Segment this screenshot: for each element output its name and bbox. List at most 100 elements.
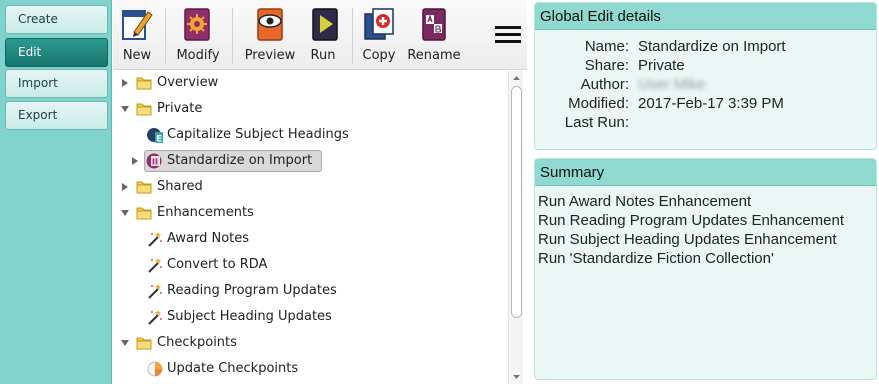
- nav-export-label: Export: [18, 108, 58, 122]
- chevron-down-icon[interactable]: [121, 208, 129, 218]
- detail-lastrun-key: Last Run:: [564, 114, 629, 131]
- summary-line: Run 'Standardize Fiction Collection': [538, 250, 774, 267]
- copy-button[interactable]: Copy: [361, 6, 397, 66]
- modify-label: Modify: [176, 48, 220, 63]
- scroll-down-icon[interactable]: [512, 372, 521, 381]
- folder-icon: [136, 207, 152, 220]
- detail-name-key: Name:: [584, 38, 629, 55]
- edit-item-icon: E: [147, 128, 163, 145]
- tree-item[interactable]: II Standardize on Import: [113, 149, 505, 173]
- tree-item-label: Subject Heading Updates: [167, 309, 332, 324]
- tree-item[interactable]: Enhancements: [113, 201, 505, 225]
- magic-wand-icon: [148, 310, 162, 325]
- run-icon: [312, 8, 338, 41]
- rename-icon: [422, 8, 446, 41]
- details-panel: Global Edit details Name: Standardize on…: [534, 2, 877, 150]
- edit-tree: Overview Private E Capitalize Subject Headi…: [113, 71, 527, 384]
- summary-panel: Summary Run Award Notes Enhancement Run …: [534, 158, 877, 380]
- tree-item[interactable]: Subject Heading Updates: [113, 305, 505, 329]
- import-item-icon: II: [146, 153, 162, 169]
- left-nav: Create Edit Import Export: [0, 0, 112, 384]
- scrollbar-thumb[interactable]: [511, 86, 522, 318]
- run-button[interactable]: Run: [308, 6, 338, 66]
- magic-wand-icon: [148, 258, 162, 273]
- detail-modified-value: 2017-Feb-17 3:39 PM: [638, 95, 784, 112]
- modify-icon: [184, 8, 210, 41]
- tree-item-label: Checkpoints: [157, 335, 237, 350]
- details-title: Global Edit details: [535, 3, 876, 30]
- tree-scrollbar[interactable]: [508, 71, 523, 384]
- nav-create-label: Create: [18, 12, 58, 26]
- folder-icon: [136, 337, 152, 350]
- folder-icon: [136, 181, 152, 194]
- svg-text:II: II: [152, 158, 158, 167]
- tree-item-label: Private: [157, 101, 203, 116]
- preview-icon: [257, 8, 283, 41]
- tree-item[interactable]: Update Checkpoints: [113, 357, 505, 381]
- summary-line: Run Reading Program Updates Enhancement: [538, 212, 845, 229]
- svg-text:E: E: [156, 135, 162, 145]
- summary-title: Summary: [535, 159, 876, 186]
- detail-modified-row: Modified: 2017-Feb-17 3:39 PM: [535, 94, 876, 113]
- nav-import-label: Import: [18, 76, 58, 90]
- tree-item[interactable]: Reading Program Updates: [113, 279, 505, 303]
- nav-create-button[interactable]: Create: [5, 5, 108, 34]
- toolbar-separator: [165, 8, 166, 64]
- copy-icon: [364, 8, 394, 40]
- menu-hamburger-icon[interactable]: [495, 26, 521, 46]
- nav-edit-button[interactable]: Edit: [5, 38, 108, 67]
- new-icon: [122, 10, 153, 40]
- tree-item-label: Standardize on Import: [167, 153, 313, 168]
- tree-item[interactable]: Shared: [113, 175, 505, 199]
- chevron-down-icon[interactable]: [121, 104, 129, 114]
- folder-icon: [136, 77, 152, 90]
- detail-name-value: Standardize on Import: [638, 38, 786, 55]
- chevron-down-icon[interactable]: [121, 338, 129, 348]
- tree-item-label: Convert to RDA: [167, 257, 268, 272]
- detail-share-value: Private: [638, 57, 685, 74]
- tree-item-label: Enhancements: [157, 205, 254, 220]
- toolbar: New Modify Preview Run Copy Rename: [113, 0, 527, 70]
- scroll-up-icon[interactable]: [512, 74, 521, 83]
- tree-item[interactable]: Private: [113, 97, 505, 121]
- tree-item[interactable]: Checkpoints: [113, 331, 505, 355]
- detail-author-row: Author: User Mike: [535, 75, 876, 94]
- detail-share-row: Share: Private: [535, 56, 876, 75]
- detail-share-key: Share:: [584, 57, 629, 74]
- tree-item-label: Shared: [157, 179, 203, 194]
- detail-modified-key: Modified:: [568, 95, 629, 112]
- checkpoint-icon: [147, 361, 163, 377]
- tree-item-label: Overview: [157, 75, 219, 90]
- magic-wand-icon: [148, 232, 162, 247]
- toolbar-separator: [232, 8, 233, 64]
- toolbar-separator: [352, 8, 353, 64]
- tree-item-label: Update Checkpoints: [167, 361, 299, 376]
- nav-edit-label: Edit: [18, 45, 42, 59]
- nav-import-button[interactable]: Import: [5, 69, 108, 98]
- tree-item[interactable]: Overview: [113, 71, 505, 95]
- magic-wand-icon: [148, 284, 162, 299]
- tree-item-label: Capitalize Subject Headings: [167, 127, 349, 142]
- nav-export-button[interactable]: Export: [5, 101, 108, 130]
- detail-author-key: Author:: [580, 76, 629, 93]
- preview-button[interactable]: Preview: [241, 6, 299, 66]
- run-label: Run: [310, 48, 336, 63]
- tree-item[interactable]: Convert to RDA: [113, 253, 505, 277]
- detail-author-value: User Mike: [638, 76, 706, 93]
- modify-button[interactable]: Modify: [174, 6, 222, 66]
- tree-item[interactable]: E Capitalize Subject Headings: [113, 123, 505, 147]
- chevron-right-icon[interactable]: [131, 156, 139, 166]
- chevron-right-icon[interactable]: [121, 182, 129, 192]
- new-label: New: [122, 48, 152, 63]
- folder-icon: [136, 103, 152, 116]
- new-button[interactable]: New: [119, 6, 155, 66]
- tree-item-label: Award Notes: [167, 231, 250, 246]
- rename-button[interactable]: Rename: [405, 6, 463, 66]
- preview-label: Preview: [244, 48, 296, 63]
- tree-item[interactable]: Award Notes: [113, 227, 505, 251]
- chevron-right-icon[interactable]: [121, 78, 129, 88]
- detail-name-row: Name: Standardize on Import: [535, 37, 876, 56]
- summary-line: Run Award Notes Enhancement: [538, 193, 752, 210]
- copy-label: Copy: [362, 48, 396, 63]
- rename-label: Rename: [407, 48, 461, 63]
